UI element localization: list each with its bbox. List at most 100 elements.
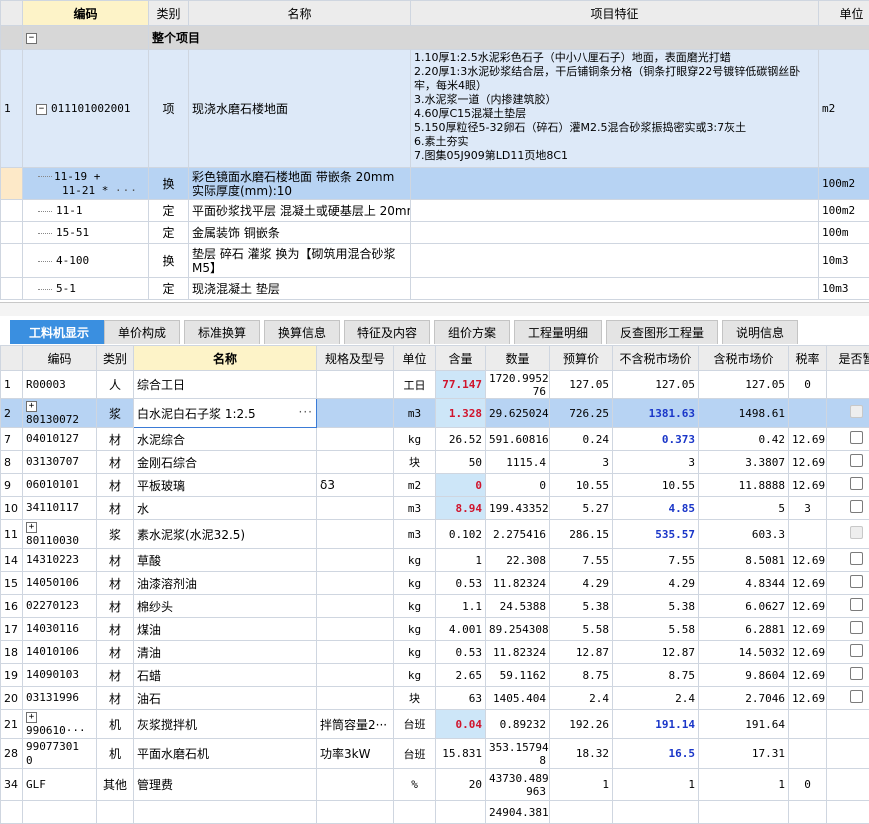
- resource-ex-tax-price[interactable]: [613, 801, 699, 824]
- provisional-checkbox[interactable]: [850, 552, 863, 565]
- resource-unit[interactable]: m3: [394, 399, 436, 428]
- resource-tax-rate[interactable]: 12.69: [789, 451, 827, 474]
- resource-row[interactable]: 1514050106材油漆溶剂油kg0.5311.823244.294.294.…: [1, 572, 869, 595]
- resource-provisional-flag[interactable]: [827, 451, 869, 474]
- col-header-name[interactable]: 名称: [189, 1, 411, 26]
- resource-budget-price[interactable]: 4.29: [550, 572, 613, 595]
- resource-name-cell[interactable]: 煤油: [134, 618, 317, 641]
- sub-unit[interactable]: 100m2: [819, 168, 869, 200]
- col-header-rate[interactable]: 税率: [789, 346, 827, 371]
- resource-provisional-flag[interactable]: [827, 739, 869, 769]
- resource-type[interactable]: 材: [97, 595, 134, 618]
- col-header-code[interactable]: 编码: [23, 346, 97, 371]
- sub-type[interactable]: 定: [149, 200, 189, 222]
- resource-in-tax-price[interactable]: 4.8344: [699, 572, 789, 595]
- tab-conversion-info[interactable]: 换算信息: [264, 320, 340, 344]
- resource-unit[interactable]: 台班: [394, 739, 436, 769]
- resource-provisional-flag[interactable]: [827, 687, 869, 710]
- col-header-flag[interactable]: 是否暂: [827, 346, 869, 371]
- resource-name-cell[interactable]: 棉纱头: [134, 595, 317, 618]
- resource-in-tax-price[interactable]: 17.31: [699, 739, 789, 769]
- resource-in-tax-price[interactable]: 6.2881: [699, 618, 789, 641]
- col-header-ex-tax[interactable]: 不含税市场价: [613, 346, 699, 371]
- sub-name[interactable]: 平面砂浆找平层 混凝土或硬基层上 20mm: [189, 200, 411, 222]
- sub-code-cell[interactable]: 15-51: [23, 222, 149, 244]
- tab-reverse-graphic-quantity[interactable]: 反查图形工程量: [606, 320, 718, 344]
- resource-row[interactable]: 1414310223材草酸kg122.3087.557.558.508112.6…: [1, 549, 869, 572]
- sub-code-cell[interactable]: 5-1: [23, 278, 149, 300]
- resource-name-cell[interactable]: 白水泥白石子浆 1:2.5···: [134, 399, 317, 428]
- resource-provisional-flag[interactable]: [827, 710, 869, 739]
- resource-qty[interactable]: 0.102: [436, 520, 486, 549]
- resource-code-cell[interactable]: 14050106: [23, 572, 97, 595]
- resource-provisional-flag[interactable]: [827, 497, 869, 520]
- sub-name[interactable]: 彩色镜面水磨石楼地面 带嵌条 20mm 实际厚度(mm):10: [189, 168, 411, 200]
- resource-type[interactable]: 材: [97, 572, 134, 595]
- resource-unit[interactable]: m2: [394, 474, 436, 497]
- resource-unit[interactable]: 台班: [394, 710, 436, 739]
- resource-ex-tax-price[interactable]: 10.55: [613, 474, 699, 497]
- tab-labor-material-machine[interactable]: 工料机显示: [10, 320, 108, 344]
- resource-budget-price[interactable]: 0.24: [550, 428, 613, 451]
- resource-ex-tax-price[interactable]: 5.58: [613, 618, 699, 641]
- provisional-checkbox[interactable]: [850, 621, 863, 634]
- resource-tax-rate[interactable]: 0: [789, 371, 827, 399]
- resource-row[interactable]: 803130707材金刚石综合块501115.4333.380712.69: [1, 451, 869, 474]
- resource-qty[interactable]: 1.328: [436, 399, 486, 428]
- sub-item-row[interactable]: 4-100 换 垫层 碎石 灌浆 换为【砌筑用混合砂浆 M5】 10m3: [1, 244, 869, 278]
- resource-code-cell[interactable]: 14030116: [23, 618, 97, 641]
- resource-row[interactable]: 11+80110030浆素水泥浆(水泥32.5)m30.1022.2754162…: [1, 520, 869, 549]
- resource-row[interactable]: 1034110117材水m38.94199.433525.274.8553: [1, 497, 869, 520]
- resource-tax-rate[interactable]: 12.69: [789, 641, 827, 664]
- resource-type[interactable]: 材: [97, 549, 134, 572]
- resource-budget-price[interactable]: 12.87: [550, 641, 613, 664]
- resource-provisional-flag[interactable]: [827, 474, 869, 497]
- resource-tax-rate[interactable]: 12.69: [789, 687, 827, 710]
- resource-in-tax-price[interactable]: 127.05: [699, 371, 789, 399]
- expand-icon[interactable]: +: [26, 522, 37, 533]
- resource-in-tax-price[interactable]: [699, 801, 789, 824]
- resource-qty[interactable]: 63: [436, 687, 486, 710]
- resource-type[interactable]: 机: [97, 710, 134, 739]
- provisional-checkbox[interactable]: [850, 500, 863, 513]
- resource-provisional-flag[interactable]: [827, 801, 869, 824]
- provisional-checkbox[interactable]: [850, 667, 863, 680]
- sub-name[interactable]: 金属装饰 铜嵌条: [189, 222, 411, 244]
- resource-provisional-flag[interactable]: [827, 549, 869, 572]
- col-header-unit[interactable]: 单位: [819, 1, 869, 26]
- pane-splitter[interactable]: [0, 302, 869, 317]
- main-item-row[interactable]: 1 −011101002001 项 现浇水磨石楼地面 1.10厚1:2.5水泥彩…: [1, 50, 869, 168]
- resource-type[interactable]: [97, 801, 134, 824]
- resource-name-cell[interactable]: 石蜡: [134, 664, 317, 687]
- resource-spec[interactable]: [317, 520, 394, 549]
- resource-budget-price[interactable]: 5.38: [550, 595, 613, 618]
- resource-name-cell[interactable]: [134, 801, 317, 824]
- resource-qty[interactable]: 0.53: [436, 641, 486, 664]
- resource-name-cell[interactable]: 油石: [134, 687, 317, 710]
- tab-features-content[interactable]: 特征及内容: [344, 320, 430, 344]
- resource-spec[interactable]: [317, 428, 394, 451]
- resource-spec[interactable]: [317, 371, 394, 399]
- provisional-checkbox[interactable]: [850, 575, 863, 588]
- resource-code-cell[interactable]: 34110117: [23, 497, 97, 520]
- resource-code-cell[interactable]: [23, 801, 97, 824]
- resource-in-tax-price[interactable]: 0.42: [699, 428, 789, 451]
- resource-ex-tax-price[interactable]: 1381.63: [613, 399, 699, 428]
- expand-icon[interactable]: +: [26, 712, 37, 723]
- sub-item-row[interactable]: 5-1 定 现浇混凝土 垫层 10m3: [1, 278, 869, 300]
- resource-row[interactable]: 1814010106材清油kg0.5311.8232412.8712.8714.…: [1, 641, 869, 664]
- resource-ex-tax-price[interactable]: 4.85: [613, 497, 699, 520]
- resource-budget-price[interactable]: 726.25: [550, 399, 613, 428]
- resource-code-cell[interactable]: +80110030: [23, 520, 97, 549]
- provisional-checkbox[interactable]: [850, 690, 863, 703]
- resource-tax-rate[interactable]: 12.69: [789, 664, 827, 687]
- resource-spec[interactable]: [317, 572, 394, 595]
- resource-row[interactable]: 1R00003人综合工日工日77.1471720.9952 76127.0512…: [1, 371, 869, 399]
- resource-qty[interactable]: 0: [436, 474, 486, 497]
- col-header-budget[interactable]: 预算价: [550, 346, 613, 371]
- resource-ex-tax-price[interactable]: 5.38: [613, 595, 699, 618]
- resource-qty[interactable]: 8.94: [436, 497, 486, 520]
- resource-code-cell[interactable]: R00003: [23, 371, 97, 399]
- col-header-feature[interactable]: 项目特征: [411, 1, 819, 26]
- resource-unit[interactable]: kg: [394, 664, 436, 687]
